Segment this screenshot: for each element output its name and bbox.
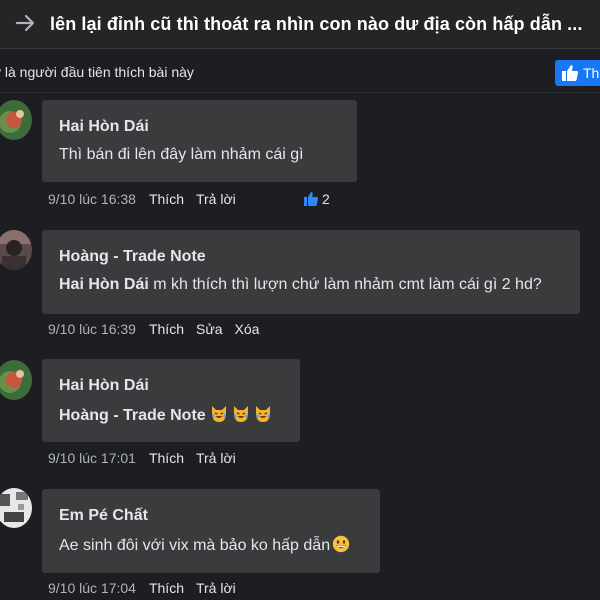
comment-author[interactable]: Em Pé Chất [59,507,148,525]
thumbs-up-icon [562,65,579,81]
comment-timestamp[interactable]: 9/10 lúc 16:38 [48,191,136,207]
comment-timestamp[interactable]: 9/10 lúc 17:04 [48,580,136,596]
comment-meta: 9/10 lúc 16:39 Thích Sửa Xóa [48,321,271,337]
avatar[interactable] [0,100,32,140]
comment-meta: 9/10 lúc 17:01 Thích Trả lời [48,450,248,466]
comment-text: Ae sinh đôi với vix mà bảo ko hấp dẫn [59,535,350,555]
like-action[interactable]: Thích [149,580,184,596]
reply-action[interactable]: Trả lời [196,450,236,466]
comment-author[interactable]: Hai Hòn Dái [59,377,149,395]
comment-meta: 9/10 lúc 16:38 Thích Trả lời [48,191,248,207]
delete-action[interactable]: Xóa [234,321,259,337]
thread-title: lên lại đỉnh cũ thì thoát ra nhìn con nà… [50,14,583,34]
like-action[interactable]: Thích [149,450,184,466]
comment-author[interactable]: Hai Hòn Dái [59,118,149,136]
like-action[interactable]: Thích [149,321,184,337]
cat-emoji-group [206,406,272,424]
avatar[interactable] [0,488,32,528]
comment-bubble: Hai Hòn Dái Thì bán đi lên đây làm nhảm … [42,100,357,182]
reaction-summary[interactable]: 2 [303,191,330,207]
back-arrow-icon[interactable] [14,12,36,34]
comment-text: Thì bán đi lên đây làm nhảm cái gì [59,146,304,163]
like-reaction-icon [304,192,319,206]
comment-timestamp[interactable]: 9/10 lúc 17:01 [48,450,136,466]
cat-emoji-icon [211,406,226,422]
comment-text: Hoàng - Trade Note [59,405,272,425]
avatar[interactable] [0,230,32,270]
comment-timestamp[interactable]: 9/10 lúc 16:39 [48,321,136,337]
comment-bubble: Hoàng - Trade Note Hai Hòn Dái m kh thíc… [42,230,580,314]
edit-action[interactable]: Sửa [196,321,223,337]
comment-meta: 9/10 lúc 17:04 Thích Trả lời [48,580,248,596]
comment-text-content: Ae sinh đôi với vix mà bảo ko hấp dẫn [59,537,331,554]
cat-emoji-icon [233,406,248,422]
first-like-text: y là người đầu tiên thích bài này [0,64,194,80]
top-bar: lên lại đỉnh cũ thì thoát ra nhìn con nà… [0,0,600,49]
mention-link[interactable]: Hoàng - Trade Note [59,407,206,424]
likes-bar: y là người đầu tiên thích bài này [0,48,600,92]
mention-link[interactable]: Hai Hòn Dái [59,276,149,293]
comment-author[interactable]: Hoàng - Trade Note [59,248,206,266]
comment-text: Hai Hòn Dái m kh thích thì lượn chứ làm … [59,276,542,294]
grin-emoji-icon [332,535,350,553]
avatar[interactable] [0,360,32,400]
like-page-label: Th [583,65,600,81]
divider [0,92,600,93]
comment-bubble: Em Pé Chất Ae sinh đôi với vix mà bảo ko… [42,489,380,573]
like-page-button[interactable]: Th [555,60,600,86]
like-action[interactable]: Thích [149,191,184,207]
reply-action[interactable]: Trả lời [196,580,236,596]
reply-action[interactable]: Trả lời [196,191,236,207]
reaction-count: 2 [322,191,330,207]
cat-emoji-icon [255,406,270,422]
comment-text-rest: m kh thích thì lượn chứ làm nhảm cmt làm… [148,276,542,293]
comment-bubble: Hai Hòn Dái Hoàng - Trade Note [42,359,300,442]
